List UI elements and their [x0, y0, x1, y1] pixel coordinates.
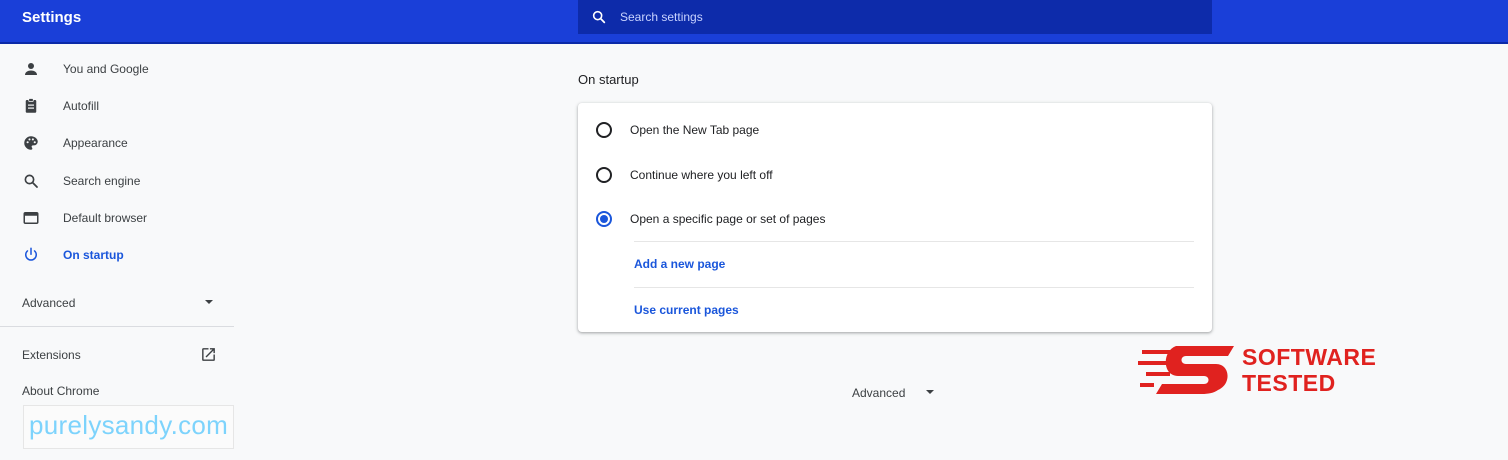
- sidebar-item-default-browser[interactable]: Default browser: [0, 203, 234, 233]
- radio-button[interactable]: [596, 122, 612, 138]
- person-icon: [25, 63, 37, 75]
- radio-button-selected[interactable]: [596, 211, 612, 227]
- settings-header: Settings Search settings: [0, 0, 1508, 44]
- main-advanced-toggle[interactable]: Advanced: [852, 384, 952, 404]
- card-divider: [634, 241, 1194, 242]
- power-icon: [25, 247, 37, 261]
- startup-options-card: Open the New Tab page Continue where you…: [578, 103, 1212, 332]
- option-label: Open a specific page or set of pages: [630, 212, 826, 226]
- software-tested-logo: SOFTWARE TESTED: [1138, 343, 1418, 397]
- caret-down-icon: [926, 390, 934, 394]
- sidebar-item-label: On startup: [63, 248, 124, 262]
- open-in-new-icon[interactable]: [200, 346, 217, 363]
- sidebar-item-label: Appearance: [63, 136, 128, 150]
- logo-text-line1: SOFTWARE: [1242, 344, 1377, 370]
- caret-down-icon: [205, 300, 213, 304]
- search-placeholder: Search settings: [620, 10, 703, 24]
- search-icon: [592, 10, 606, 24]
- sidebar-item-you-and-google[interactable]: You and Google: [0, 54, 234, 84]
- sidebar-item-label: Search engine: [63, 174, 141, 188]
- sidebar-item-on-startup[interactable]: On startup: [0, 240, 234, 270]
- startup-option-specific-pages[interactable]: Open a specific page or set of pages: [578, 195, 1212, 235]
- site-watermark: purelysandy.com: [23, 405, 235, 449]
- sidebar-item-label: You and Google: [63, 62, 149, 76]
- advanced-label: Advanced: [22, 296, 76, 310]
- use-current-pages-link[interactable]: Use current pages: [634, 303, 739, 317]
- startup-option-continue[interactable]: Continue where you left off: [578, 151, 1212, 191]
- advanced-label: Advanced: [852, 386, 906, 400]
- sidebar-advanced-toggle[interactable]: Advanced: [22, 294, 222, 314]
- software-tested-logo-icon: [1138, 346, 1234, 394]
- sidebar-item-extensions[interactable]: Extensions: [22, 348, 81, 362]
- palette-icon: [24, 136, 38, 150]
- search-settings-field[interactable]: Search settings: [578, 0, 1212, 34]
- option-label: Open the New Tab page: [630, 123, 760, 137]
- startup-option-new-tab[interactable]: Open the New Tab page: [578, 106, 1212, 146]
- sidebar: You and Google Autofill Appearance Searc…: [0, 46, 240, 460]
- sidebar-item-about-chrome[interactable]: About Chrome: [22, 384, 99, 398]
- clipboard-icon: [25, 98, 37, 113]
- watermark-text: purelysandy.com: [29, 410, 229, 440]
- add-new-page-link[interactable]: Add a new page: [634, 257, 725, 271]
- sidebar-item-label: Autofill: [63, 99, 100, 113]
- section-title: On startup: [578, 72, 639, 87]
- logo-text-line2: TESTED: [1242, 370, 1336, 396]
- sidebar-item-autofill[interactable]: Autofill: [0, 91, 234, 121]
- card-divider: [634, 287, 1194, 288]
- app-title: Settings: [22, 9, 82, 26]
- sidebar-item-appearance[interactable]: Appearance: [0, 128, 234, 158]
- browser-window-icon: [23, 212, 39, 224]
- option-label: Continue where you left off: [630, 168, 773, 182]
- sidebar-item-search-engine[interactable]: Search engine: [0, 166, 234, 196]
- search-icon: [24, 174, 38, 188]
- sidebar-divider: [0, 326, 234, 327]
- radio-button[interactable]: [596, 167, 612, 183]
- sidebar-item-label: Default browser: [63, 211, 148, 225]
